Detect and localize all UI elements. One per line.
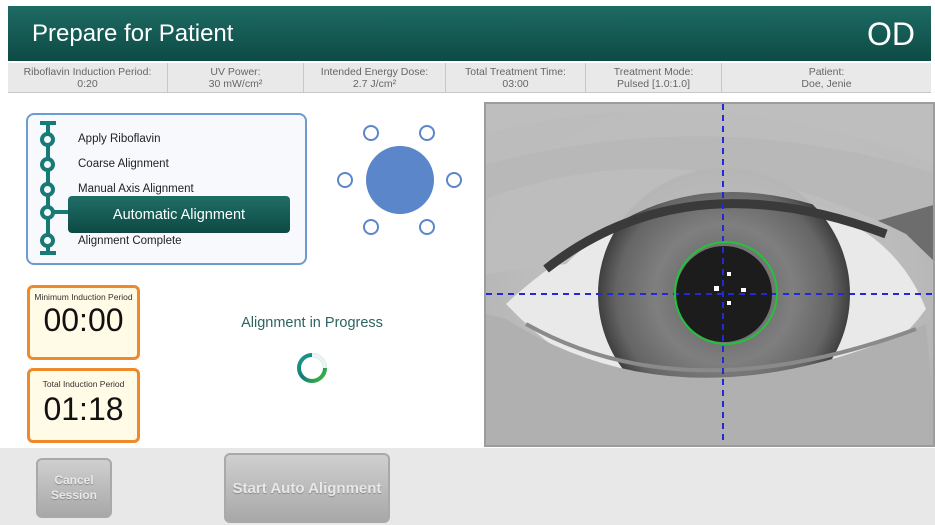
alignment-status-text: Alignment in Progress (241, 315, 383, 331)
eye-camera-view (484, 102, 935, 447)
step-marker-icon (40, 182, 55, 197)
info-label: Riboflavin Induction Period: (23, 66, 152, 78)
led-ring-icon (363, 219, 379, 235)
led-ring-icon (419, 125, 435, 141)
info-value: Doe, Jenie (801, 78, 852, 90)
led-ring-icon (337, 172, 353, 188)
step-alignment-complete: Alignment Complete (78, 235, 182, 247)
step-marker-icon (40, 132, 55, 147)
info-value: 03:00 (502, 78, 529, 90)
step-automatic-alignment-active: Automatic Alignment (68, 196, 290, 233)
info-label: Total Treatment Time: (465, 66, 566, 78)
info-uv-power: UV Power: 30 mW/cm² (168, 63, 304, 92)
timer-value: 00:00 (43, 302, 124, 338)
info-value: 30 mW/cm² (208, 78, 263, 90)
info-label: UV Power: (210, 66, 261, 78)
step-coarse-alignment: Coarse Alignment (78, 158, 169, 170)
info-induction-period: Riboflavin Induction Period: 0:20 (8, 63, 168, 92)
step-track-cap (40, 251, 56, 255)
eye-indicator: OD (867, 16, 915, 52)
total-induction-timer: Total Induction Period 01:18 (27, 368, 140, 443)
info-patient: Patient: Doe, Jenie (722, 63, 931, 92)
timer-value: 01:18 (43, 391, 124, 427)
step-apply-riboflavin: Apply Riboflavin (78, 133, 161, 145)
timer-label: Minimum Induction Period (34, 292, 133, 302)
step-manual-axis-alignment: Manual Axis Alignment (78, 183, 194, 195)
led-ring-icon (363, 125, 379, 141)
info-treatment-mode: Treatment Mode: Pulsed [1.0:1.0] (586, 63, 722, 92)
loading-spinner-icon (297, 353, 327, 383)
led-ring-icon (419, 219, 435, 235)
cancel-session-button[interactable]: Cancel Session (36, 458, 112, 518)
info-value: 2.7 J/cm² (352, 78, 397, 90)
minimum-induction-timer: Minimum Induction Period 00:00 (27, 285, 140, 360)
info-treatment-time: Total Treatment Time: 03:00 (446, 63, 586, 92)
info-label: Intended Energy Dose: (320, 66, 429, 78)
step-marker-icon (40, 233, 55, 248)
info-label: Treatment Mode: (613, 66, 694, 78)
info-label: Patient: (808, 66, 845, 78)
workflow-steps-panel: Apply Riboflavin Coarse Alignment Manual… (26, 113, 307, 265)
info-value: Pulsed [1.0:1.0] (617, 78, 690, 90)
footer-bar (0, 448, 935, 525)
eye-image (486, 104, 933, 445)
step-marker-icon (40, 157, 55, 172)
page-title: Prepare for Patient (32, 20, 234, 47)
info-value: 0:20 (77, 78, 98, 90)
app-header: Prepare for Patient OD (8, 6, 931, 61)
fixation-led-indicator (337, 125, 462, 235)
treatment-info-bar: Riboflavin Induction Period: 0:20 UV Pow… (8, 63, 931, 93)
led-ring-icon (446, 172, 462, 188)
center-led-icon (366, 146, 434, 214)
info-energy-dose: Intended Energy Dose: 2.7 J/cm² (304, 63, 446, 92)
timer-label: Total Induction Period (42, 379, 125, 389)
start-auto-alignment-button[interactable]: Start Auto Alignment (224, 453, 390, 523)
